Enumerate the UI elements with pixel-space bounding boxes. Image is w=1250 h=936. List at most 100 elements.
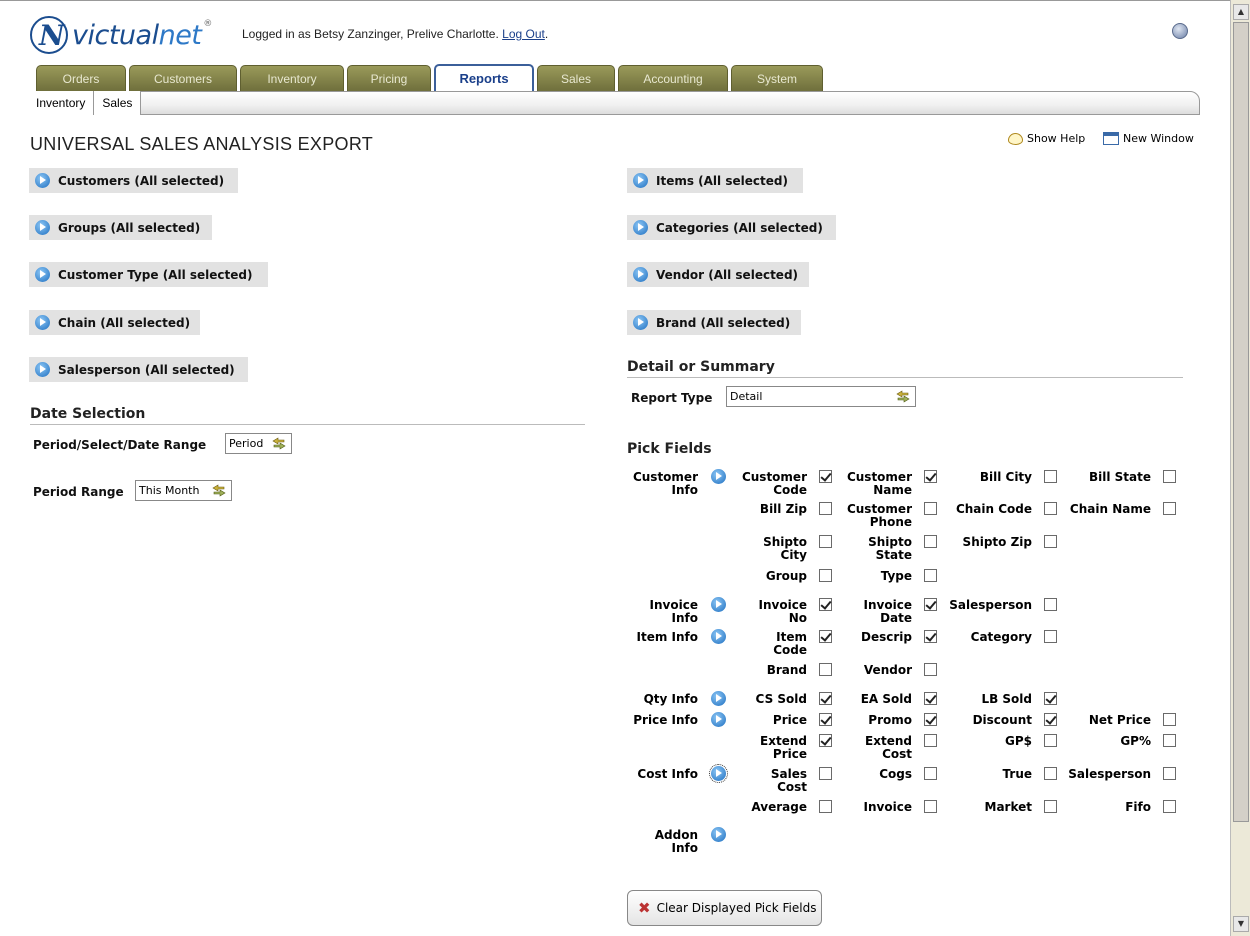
checkbox-extend-cost[interactable] bbox=[924, 734, 937, 747]
checkbox-cogs[interactable] bbox=[924, 767, 937, 780]
checkbox-customer-code[interactable] bbox=[819, 470, 832, 483]
logout-link[interactable]: Log Out bbox=[502, 27, 545, 41]
select-arrows-icon bbox=[271, 437, 287, 450]
group-expand-icon[interactable] bbox=[711, 597, 726, 612]
checkbox-shipto-city[interactable] bbox=[819, 535, 832, 548]
filter-groups[interactable]: Groups (All selected) bbox=[29, 215, 212, 240]
speech-bubble-icon bbox=[1008, 132, 1023, 145]
filter-items[interactable]: Items (All selected) bbox=[627, 168, 803, 193]
logo-text-a: victual bbox=[72, 19, 159, 51]
vertical-scrollbar[interactable]: ▲ ▼ bbox=[1230, 0, 1250, 936]
field-label-category: Category bbox=[971, 631, 1032, 644]
new-window-link[interactable]: New Window bbox=[1103, 132, 1194, 145]
checkbox-gp-dollar[interactable] bbox=[1044, 734, 1057, 747]
checkbox-discount[interactable] bbox=[1044, 713, 1057, 726]
checkbox-invoice-no[interactable] bbox=[819, 598, 832, 611]
tab-inventory[interactable]: Inventory bbox=[240, 65, 344, 91]
checkbox-item-code[interactable] bbox=[819, 630, 832, 643]
field-label-line: Brand bbox=[766, 663, 807, 677]
checkbox-invoice-date[interactable] bbox=[924, 598, 937, 611]
field-label-line: Name bbox=[873, 483, 912, 497]
login-status: Logged in as Betsy Zanzinger, Prelive Ch… bbox=[242, 27, 548, 41]
checkbox-brand[interactable] bbox=[819, 663, 832, 676]
checkbox-sales-cost[interactable] bbox=[819, 767, 832, 780]
field-label-extend-price: Extend Price bbox=[760, 735, 807, 761]
checkbox-price[interactable] bbox=[819, 713, 832, 726]
help-globe-icon[interactable] bbox=[1172, 23, 1188, 39]
filter-chain[interactable]: Chain (All selected) bbox=[29, 310, 200, 335]
field-label-average: Average bbox=[751, 801, 807, 814]
group-label-line: Info bbox=[671, 483, 698, 497]
filter-salesperson[interactable]: Salesperson (All selected) bbox=[29, 357, 248, 382]
filter-categories[interactable]: Categories (All selected) bbox=[627, 215, 836, 240]
checkbox-descrip[interactable] bbox=[924, 630, 937, 643]
group-expand-icon[interactable] bbox=[711, 712, 726, 727]
checkbox-customer-phone[interactable] bbox=[924, 502, 937, 515]
checkbox-chain-code[interactable] bbox=[1044, 502, 1057, 515]
field-label-line: Shipto Zip bbox=[962, 535, 1032, 549]
clear-pick-fields-button[interactable]: ✖ Clear Displayed Pick Fields bbox=[627, 890, 822, 926]
checkbox-gp-pct[interactable] bbox=[1163, 734, 1176, 747]
group-expand-icon[interactable] bbox=[711, 629, 726, 644]
period-range-label: Period Range bbox=[33, 485, 124, 499]
checkbox-shipto-zip[interactable] bbox=[1044, 535, 1057, 548]
tab-pricing[interactable]: Pricing bbox=[347, 65, 431, 91]
checkbox-vendor[interactable] bbox=[924, 663, 937, 676]
show-help-link[interactable]: Show Help bbox=[1008, 132, 1085, 145]
checkbox-chain-name[interactable] bbox=[1163, 502, 1176, 515]
checkbox-customer-name[interactable] bbox=[924, 470, 937, 483]
group-label-line: Price Info bbox=[633, 713, 698, 727]
tab-orders[interactable]: Orders bbox=[36, 65, 126, 91]
report-type-select[interactable]: Detail bbox=[726, 386, 916, 407]
period-select[interactable]: Period bbox=[225, 433, 292, 454]
checkbox-average[interactable] bbox=[819, 800, 832, 813]
tab-customers[interactable]: Customers bbox=[129, 65, 237, 91]
checkbox-net-price[interactable] bbox=[1163, 713, 1176, 726]
checkbox-cs-sold[interactable] bbox=[819, 692, 832, 705]
field-label-line: Date bbox=[880, 611, 912, 625]
field-label-chain-name: Chain Name bbox=[1070, 503, 1151, 516]
scroll-down-icon[interactable]: ▼ bbox=[1233, 916, 1249, 932]
group-expand-icon[interactable] bbox=[709, 764, 728, 783]
checkbox-fifo[interactable] bbox=[1163, 800, 1176, 813]
checkbox-market[interactable] bbox=[1044, 800, 1057, 813]
filter-customer-type[interactable]: Customer Type (All selected) bbox=[29, 262, 268, 287]
checkbox-group[interactable] bbox=[819, 569, 832, 582]
scroll-thumb[interactable] bbox=[1233, 22, 1249, 822]
checkbox-extend-price[interactable] bbox=[819, 734, 832, 747]
checkbox-promo[interactable] bbox=[924, 713, 937, 726]
tab-reports[interactable]: Reports bbox=[434, 64, 534, 91]
group-expand-icon[interactable] bbox=[711, 827, 726, 842]
filter-vendor[interactable]: Vendor (All selected) bbox=[627, 262, 809, 287]
checkbox-invoice-cost[interactable] bbox=[924, 800, 937, 813]
checkbox-lb-sold[interactable] bbox=[1044, 692, 1057, 705]
period-range-select[interactable]: This Month bbox=[135, 480, 232, 501]
filter-brand[interactable]: Brand (All selected) bbox=[627, 310, 801, 335]
group-label-line: Item Info bbox=[636, 630, 699, 644]
checkbox-bill-city[interactable] bbox=[1044, 470, 1057, 483]
checkbox-category[interactable] bbox=[1044, 630, 1057, 643]
group-label-invoice: Invoice Info bbox=[628, 599, 698, 625]
checkbox-shipto-state[interactable] bbox=[924, 535, 937, 548]
field-label-discount: Discount bbox=[973, 714, 1032, 727]
filter-label: Vendor (All selected) bbox=[656, 267, 799, 282]
filter-customers[interactable]: Customers (All selected) bbox=[29, 168, 238, 193]
subtab-inventory[interactable]: Inventory bbox=[28, 91, 95, 115]
scroll-up-icon[interactable]: ▲ bbox=[1233, 4, 1249, 20]
field-label-bill-zip: Bill Zip bbox=[760, 503, 807, 516]
tab-system[interactable]: System bbox=[731, 65, 823, 91]
field-label-line: True bbox=[1002, 767, 1032, 781]
checkbox-ea-sold[interactable] bbox=[924, 692, 937, 705]
checkbox-salesperson[interactable] bbox=[1044, 598, 1057, 611]
subtab-sales[interactable]: Sales bbox=[94, 91, 142, 115]
checkbox-true-cost[interactable] bbox=[1044, 767, 1057, 780]
tab-sales[interactable]: Sales bbox=[537, 65, 615, 91]
subtabs: Inventory Sales bbox=[28, 91, 142, 115]
checkbox-salesperson-cost[interactable] bbox=[1163, 767, 1176, 780]
group-expand-icon[interactable] bbox=[711, 469, 726, 484]
checkbox-type[interactable] bbox=[924, 569, 937, 582]
checkbox-bill-state[interactable] bbox=[1163, 470, 1176, 483]
tab-accounting[interactable]: Accounting bbox=[618, 65, 728, 91]
group-expand-icon[interactable] bbox=[711, 691, 726, 706]
checkbox-bill-zip[interactable] bbox=[819, 502, 832, 515]
